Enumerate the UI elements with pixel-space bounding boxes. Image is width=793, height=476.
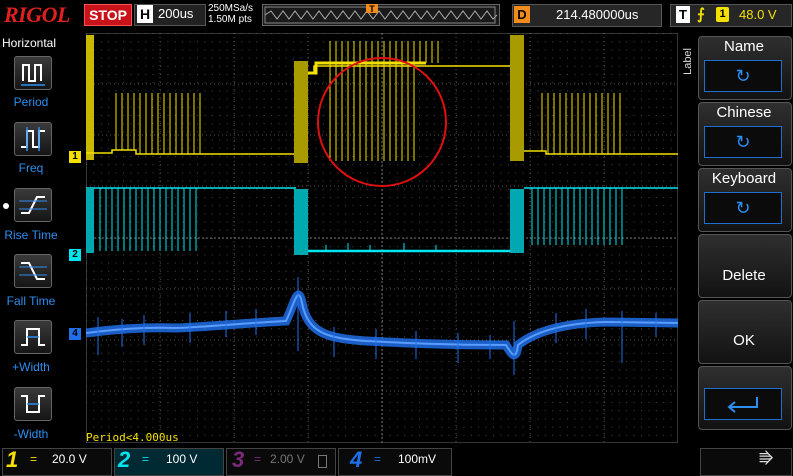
waveform-display[interactable] bbox=[86, 33, 678, 443]
rigol-logo: RIGOL bbox=[4, 2, 70, 27]
run-stop-button[interactable]: STOP bbox=[84, 4, 132, 26]
memory-overview-strip[interactable] bbox=[262, 4, 500, 26]
timebase-value: 200us bbox=[158, 6, 194, 21]
delay-label: D bbox=[514, 6, 530, 23]
circular-arrow-icon[interactable]: ↻ bbox=[704, 192, 782, 224]
ok-title: OK bbox=[733, 332, 755, 349]
rise-time-icon bbox=[19, 196, 47, 214]
trigger-source: 1 bbox=[716, 7, 729, 22]
delete-button[interactable] bbox=[698, 234, 792, 298]
frequency-button[interactable] bbox=[14, 122, 52, 156]
menu-side-label: Label bbox=[682, 48, 694, 75]
channel-3-coupling: = bbox=[254, 452, 262, 466]
channel-1-marker[interactable]: 1 bbox=[69, 151, 81, 163]
fall-time-label: Fall Time bbox=[6, 294, 56, 308]
usb-icon: ⭆ bbox=[759, 451, 774, 468]
frequency-label: Freq bbox=[18, 161, 44, 175]
selection-dot-icon bbox=[3, 203, 9, 209]
name-title: Name bbox=[723, 38, 764, 55]
channel-4-number: 4 bbox=[350, 447, 363, 472]
period-icon bbox=[21, 64, 45, 86]
channel-4-scale: 100mV bbox=[398, 452, 437, 466]
sample-rate: 250MSa/s bbox=[208, 3, 254, 14]
positive-width-icon bbox=[21, 328, 45, 346]
rising-edge-icon: ⨍ bbox=[697, 6, 705, 23]
positive-width-button[interactable] bbox=[14, 320, 52, 354]
channel-4-coupling: = bbox=[374, 452, 382, 466]
channel-1-coupling: = bbox=[30, 452, 38, 466]
keyboard-title: Keyboard bbox=[711, 170, 777, 187]
circular-arrow-icon[interactable]: ↻ bbox=[704, 60, 782, 92]
trigger-label: T bbox=[676, 6, 690, 23]
trigger-level: 48.0 V bbox=[739, 7, 777, 22]
negative-width-button[interactable] bbox=[14, 387, 52, 421]
frequency-icon bbox=[21, 127, 45, 151]
channel-1-number: 1 bbox=[6, 447, 19, 472]
channel-3-bandwidth-icon bbox=[318, 455, 327, 468]
negative-width-icon bbox=[21, 395, 45, 413]
trigger-position-marker-icon[interactable]: T bbox=[365, 3, 381, 15]
channel-1-scale: 20.0 V bbox=[52, 452, 87, 466]
channel-2-marker[interactable]: 2 bbox=[69, 249, 81, 261]
usb-status: ⭆ bbox=[700, 448, 792, 476]
delete-title: Delete bbox=[722, 267, 766, 284]
memory-waveform-overview bbox=[264, 6, 498, 24]
circular-arrow-icon[interactable]: ↻ bbox=[704, 126, 782, 158]
channel-4-marker[interactable]: 4 bbox=[69, 328, 81, 340]
channel-3-scale: 2.00 V bbox=[270, 452, 305, 466]
channel-2-scale: 100 V bbox=[166, 452, 198, 466]
channel-3-number: 3 bbox=[232, 447, 245, 472]
delay-value: 214.480000us bbox=[556, 7, 639, 22]
chinese-title: Chinese bbox=[716, 104, 772, 121]
left-menu-title: Horizontal bbox=[2, 36, 57, 50]
fall-time-icon bbox=[19, 262, 47, 280]
rise-time-button[interactable] bbox=[14, 188, 52, 222]
period-button[interactable] bbox=[14, 56, 52, 90]
rise-time-label: Rise Time bbox=[4, 228, 58, 242]
positive-width-label: +Width bbox=[12, 360, 50, 374]
channel-2-number: 2 bbox=[118, 447, 131, 472]
period-label: Period bbox=[13, 95, 49, 109]
memory-depth: 1.50M pts bbox=[208, 14, 252, 25]
timebase-label: H bbox=[137, 5, 153, 23]
channel-2-coupling: = bbox=[142, 452, 150, 466]
svg-text:T: T bbox=[369, 4, 375, 14]
enter-arrow-icon[interactable] bbox=[704, 388, 782, 420]
sample-info: 250MSa/s 1.50M pts bbox=[208, 3, 253, 25]
fall-time-button[interactable] bbox=[14, 254, 52, 288]
measurement-readout: Period<4.000us bbox=[86, 431, 179, 444]
negative-width-label: -Width bbox=[13, 427, 49, 441]
